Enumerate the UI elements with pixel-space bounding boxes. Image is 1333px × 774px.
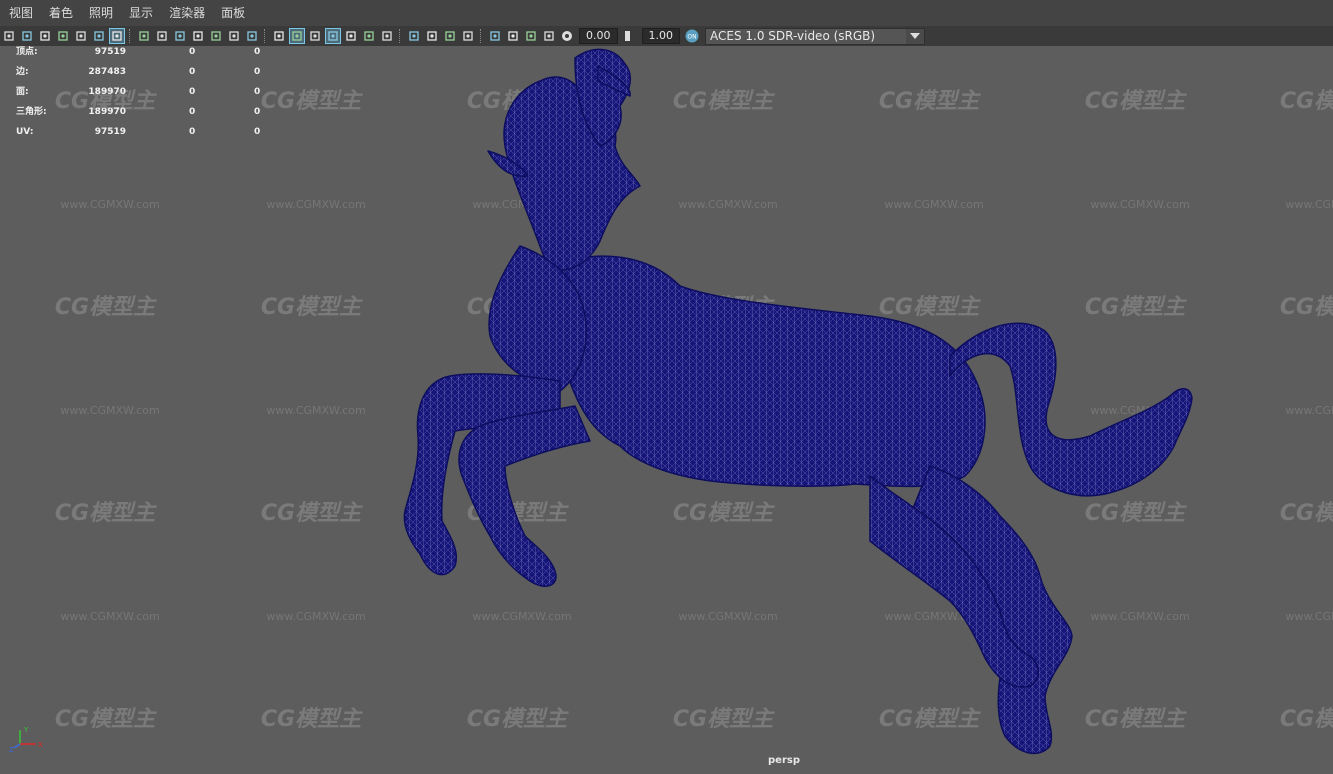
hud-row: 顶点: 97519 0 0 [16,46,276,66]
grid-icon[interactable] [137,29,151,43]
hud-label: 顶点: [16,47,38,57]
hud-v3: 0 [254,107,261,117]
bookmark-icon[interactable] [56,29,70,43]
hud-v1: 97519 [94,47,126,57]
colorspace-dropdown[interactable]: ACES 1.0 SDR-video (sRGB) [705,27,925,45]
resolution-gate-icon[interactable] [173,29,187,43]
wireframe-on-shaded-icon[interactable] [325,28,341,44]
depth-of-field-icon[interactable] [461,29,475,43]
grease-pencil-icon[interactable] [109,28,125,44]
color-management-icon[interactable]: ON [685,29,699,43]
hud-v1: 189970 [88,87,126,97]
wireframe-icon[interactable] [272,29,286,43]
hud-v2: 0 [189,87,196,97]
2d-pan-zoom-icon[interactable] [92,29,106,43]
film-gate-icon[interactable] [155,29,169,43]
xray-active-icon[interactable] [542,29,556,43]
viewport-toolbar: 0.00 1.00 ON ACES 1.0 SDR-video (sRGB) [0,26,1333,47]
x-axis-label: X [38,741,43,749]
camera-select-icon[interactable] [2,29,16,43]
toolbar-separator [129,29,132,43]
y-axis-label: Y [23,726,29,734]
viewport-panel[interactable]: CG模型主www.CGMXW.comCG模型主www.CGMXW.comCG模型… [0,46,1333,774]
image-plane-icon[interactable] [74,29,88,43]
hud-v2: 0 [189,67,196,77]
hud-v2: 0 [189,127,196,137]
gamma-icon[interactable] [623,29,637,43]
z-axis-label: Z [9,746,14,754]
default-material-icon[interactable] [308,29,322,43]
gamma-field[interactable]: 1.00 [641,28,680,44]
menu-bar: 视图 着色 照明 显示 渲染器 面板 [0,0,1333,26]
menu-item-3[interactable]: 显示 [120,0,160,26]
exposure-field[interactable]: 0.00 [579,28,618,44]
hud-v1: 287483 [88,67,126,77]
smooth-shade-icon[interactable] [289,28,305,44]
colorspace-value: ACES 1.0 SDR-video (sRGB) [710,28,876,43]
view-axis-gizmo: Y X Z [9,726,43,754]
safe-title-icon[interactable] [245,29,259,43]
xray-joints-icon[interactable] [524,29,538,43]
hud-label: 边: [16,67,29,77]
svg-text:ON: ON [687,34,696,41]
menu-item-5[interactable]: 面板 [212,0,252,26]
hud-label: UV: [16,127,34,137]
z-axis-line [13,743,21,749]
camera-attributes-icon[interactable] [38,29,52,43]
hud-v1: 189970 [88,107,126,117]
poly-count-hud: 顶点: 97519 0 0 边: 287483 0 0 面: 189970 0 0 三角形: 189970… [16,46,276,146]
chevron-down-icon[interactable] [906,28,924,44]
hud-row: UV: 97519 0 0 [16,126,276,146]
motion-blur-icon[interactable] [425,29,439,43]
hud-v3: 0 [254,127,261,137]
screen-space-ao-icon[interactable] [407,29,421,43]
isolate-select-icon[interactable] [488,29,502,43]
shadows-icon[interactable] [380,29,394,43]
use-lights-icon[interactable] [362,29,376,43]
menu-item-4[interactable]: 渲染器 [160,0,212,26]
hud-v2: 0 [189,107,196,117]
safe-action-icon[interactable] [227,29,241,43]
gate-mask-icon[interactable] [191,29,205,43]
camera-name-label: persp [768,755,800,766]
toolbar-separator [399,29,402,43]
hud-v3: 0 [254,47,261,57]
toolbar-separator [264,29,267,43]
hud-v3: 0 [254,67,261,77]
camera-lock-icon[interactable] [20,29,34,43]
hud-label: 面: [16,87,29,97]
menu-item-2[interactable]: 照明 [80,0,120,26]
hud-v3: 0 [254,87,261,97]
hud-row: 三角形: 189970 0 0 [16,106,276,126]
toolbar-separator [480,29,483,43]
horse-wireframe-mesh[interactable] [0,46,1333,774]
hud-v1: 97519 [94,127,126,137]
textured-icon[interactable] [344,29,358,43]
hud-row: 边: 287483 0 0 [16,66,276,86]
hud-label: 三角形: [16,107,47,117]
xray-icon[interactable] [506,29,520,43]
hud-row: 面: 189970 0 0 [16,86,276,106]
exposure-icon[interactable] [560,29,574,43]
anti-aliasing-icon[interactable] [443,29,457,43]
menu-item-1[interactable]: 着色 [40,0,80,26]
field-chart-icon[interactable] [209,29,223,43]
hud-v2: 0 [189,47,196,57]
menu-item-0[interactable]: 视图 [0,0,40,26]
